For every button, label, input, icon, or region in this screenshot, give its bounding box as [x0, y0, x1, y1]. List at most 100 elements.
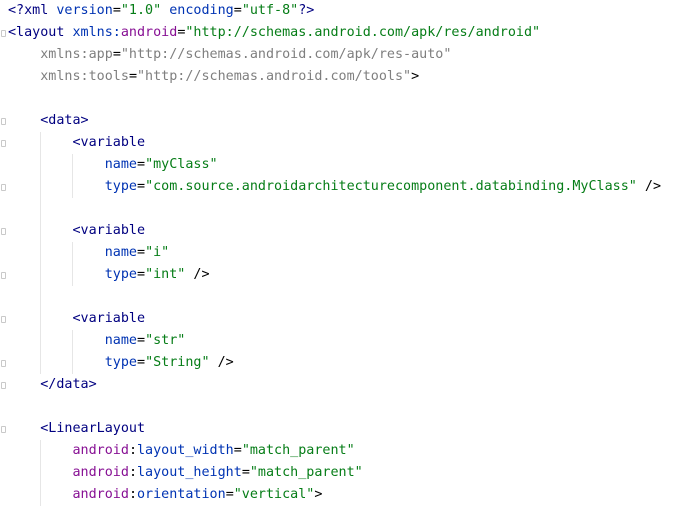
fold-marker-icon[interactable] — [1, 316, 6, 323]
code-line[interactable]: xmlns:app="http://schemas.android.com/ap… — [8, 44, 451, 66]
fold-marker-icon[interactable] — [1, 118, 6, 125]
code-token: "String" — [145, 355, 210, 370]
code-token: /> — [209, 355, 234, 370]
code-token: = — [128, 69, 137, 84]
code-token: = — [137, 267, 146, 282]
code-token: xmlns: — [72, 25, 121, 40]
code-token: = — [137, 355, 146, 370]
code-token: name — [104, 157, 137, 172]
code-line[interactable]: type="int" /> — [8, 264, 210, 286]
code-token: "http://schemas.android.com/apk/res-auto… — [120, 47, 452, 62]
code-token: = — [137, 333, 146, 348]
fold-gutter — [0, 0, 8, 495]
code-line[interactable]: <variable — [8, 132, 146, 154]
code-token: /> — [185, 267, 210, 282]
code-line[interactable]: xmlns:tools="http://schemas.android.com/… — [8, 66, 419, 88]
code-token: "com.source.androidarchitecturecomponent… — [145, 179, 637, 194]
code-token: layout_height — [137, 465, 242, 480]
code-token: android — [72, 443, 129, 458]
code-line[interactable]: <variable — [8, 308, 146, 330]
code-token: layout_width — [137, 443, 234, 458]
code-token: = — [241, 465, 250, 480]
code-token: = — [233, 443, 242, 458]
code-line[interactable]: <layout xmlns:android="http://schemas.an… — [8, 22, 540, 44]
fold-marker-icon[interactable] — [1, 272, 6, 279]
code-token: android — [72, 465, 129, 480]
code-token: xmlns:app — [40, 47, 113, 62]
code-token: type — [104, 267, 137, 282]
code-line[interactable]: <variable — [8, 220, 146, 242]
code-token: "1.0" — [120, 3, 162, 18]
code-token: = — [137, 179, 146, 194]
code-token: <layout — [8, 25, 73, 40]
code-token: </data> — [40, 377, 97, 392]
fold-marker-icon[interactable] — [1, 30, 6, 37]
code-line[interactable]: android:layout_height="match_parent" — [8, 462, 363, 484]
code-line[interactable]: name="myClass" — [8, 154, 218, 176]
fold-marker-icon[interactable] — [1, 360, 6, 367]
code-token: name — [104, 245, 137, 260]
fold-marker-icon[interactable] — [1, 426, 6, 433]
code-line[interactable]: android:layout_width="match_parent" — [8, 440, 355, 462]
code-line[interactable]: <data> — [8, 110, 89, 132]
code-token: xml — [24, 3, 57, 18]
code-token: version — [56, 3, 113, 18]
code-token: encoding — [169, 3, 234, 18]
code-token: "int" — [145, 267, 186, 282]
fold-marker-icon[interactable] — [1, 140, 6, 147]
code-token: /> — [636, 179, 662, 194]
code-token: "i" — [145, 245, 170, 260]
code-editor[interactable]: <?xml version="1.0" encoding="utf-8"?> <l… — [0, 0, 674, 506]
code-token: "utf-8" — [241, 3, 299, 18]
code-token: > — [411, 69, 420, 84]
code-token: <? — [8, 3, 25, 18]
fold-marker-icon[interactable] — [1, 228, 6, 235]
code-token: <variable — [72, 223, 146, 238]
code-line[interactable]: type="String" /> — [8, 352, 234, 374]
code-token: "match_parent" — [241, 443, 355, 458]
fold-marker-icon[interactable] — [1, 184, 6, 191]
code-line[interactable]: </data> — [8, 374, 97, 396]
code-token: "myClass" — [145, 157, 218, 172]
code-token: <variable — [72, 135, 146, 150]
code-line[interactable]: <LinearLayout — [8, 418, 145, 440]
code-token: = — [112, 3, 121, 18]
code-token: <data> — [40, 113, 89, 128]
code-line[interactable]: <?xml version="1.0" encoding="utf-8"?> — [8, 0, 314, 22]
code-token: <variable — [72, 311, 146, 326]
fold-marker-icon[interactable] — [1, 382, 6, 389]
code-token: type — [104, 179, 137, 194]
code-token: android — [120, 25, 178, 40]
code-token: xmlns:tools — [40, 69, 129, 84]
code-token: type — [104, 355, 137, 370]
code-token: = — [137, 157, 146, 172]
code-token: <LinearLayout — [40, 421, 146, 436]
code-token: : — [128, 465, 137, 480]
code-token: "http://schemas.android.com/apk/res/andr… — [185, 25, 541, 40]
code-line[interactable]: android:orientation="vertical"> — [8, 484, 323, 506]
code-token: : — [128, 443, 137, 458]
code-token: = — [137, 245, 146, 260]
code-line[interactable]: name="str" — [8, 330, 186, 352]
code-token: = — [233, 3, 242, 18]
code-token: "str" — [145, 333, 186, 348]
code-line[interactable]: name="i" — [8, 242, 170, 264]
code-token: ?> — [298, 3, 315, 18]
code-line[interactable]: type="com.source.androidarchitecturecomp… — [8, 176, 661, 198]
code-token: name — [104, 333, 137, 348]
